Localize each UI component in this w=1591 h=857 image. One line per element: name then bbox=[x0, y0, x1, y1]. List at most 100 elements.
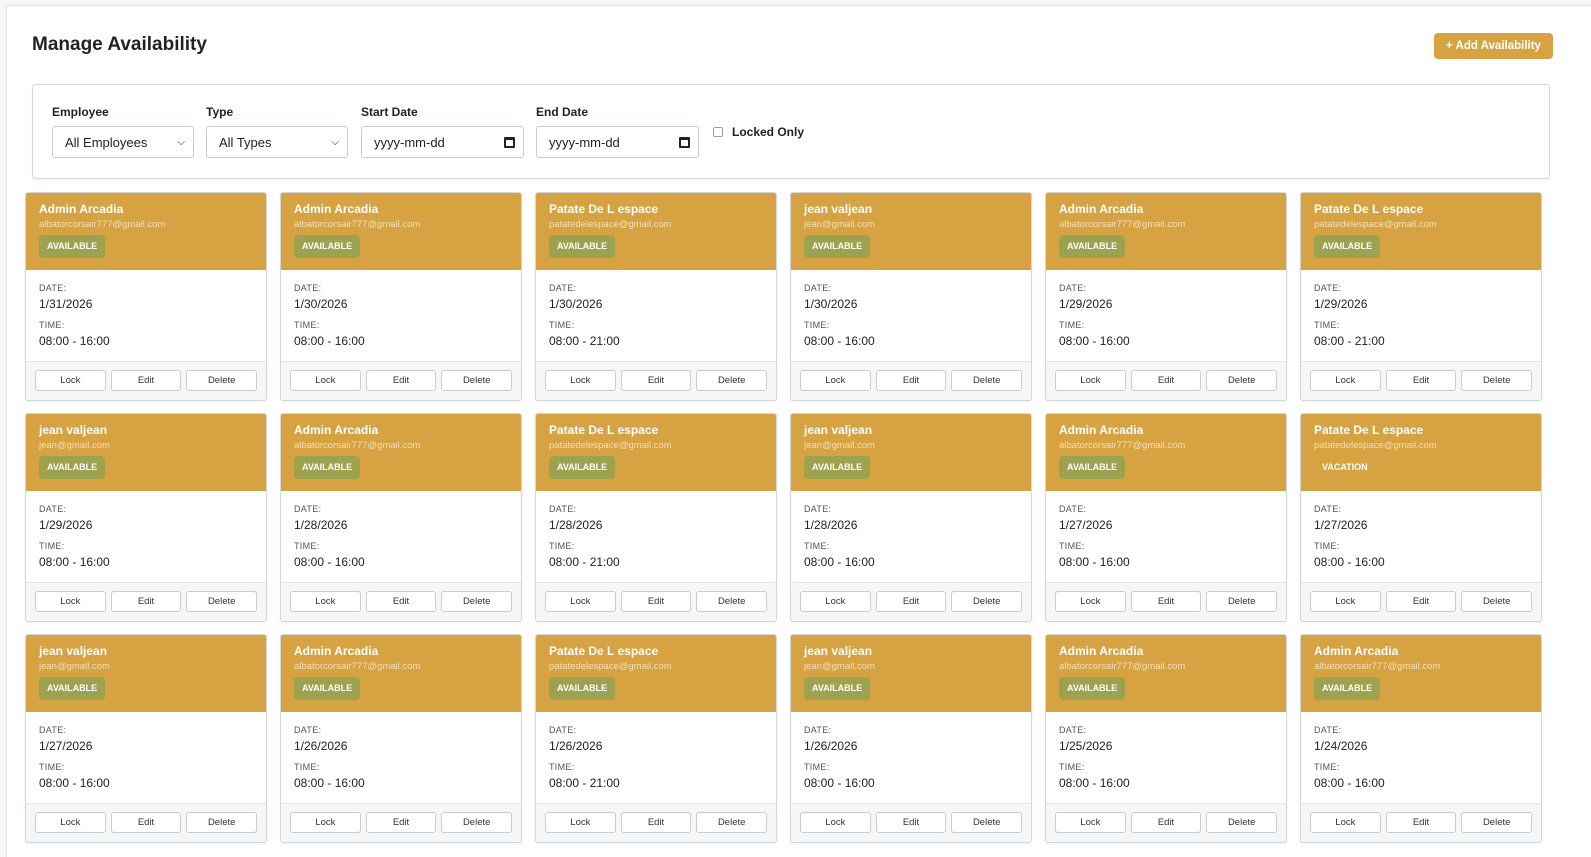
date-value: 1/28/2026 bbox=[294, 518, 348, 532]
delete-button[interactable]: Delete bbox=[186, 591, 258, 612]
edit-button[interactable]: Edit bbox=[875, 812, 947, 833]
employee-email: jean@gmail.com bbox=[804, 219, 875, 230]
locked-only-filter: Locked Only bbox=[713, 125, 804, 139]
lock-button[interactable]: Lock bbox=[1310, 812, 1381, 833]
edit-button[interactable]: Edit bbox=[1130, 591, 1202, 612]
employee-email: albatorcorsair777@gmail.com bbox=[1314, 661, 1441, 672]
lock-button[interactable]: Lock bbox=[545, 370, 616, 391]
edit-button[interactable]: Edit bbox=[110, 812, 182, 833]
edit-button[interactable]: Edit bbox=[875, 591, 947, 612]
card-header: Admin Arcadia albatorcorsair777@gmail.co… bbox=[1046, 193, 1286, 270]
card-body: DATE: 1/30/2026 TIME: 08:00 - 16:00 bbox=[281, 270, 521, 363]
employee-name: jean valjean bbox=[804, 644, 873, 658]
edit-button[interactable]: Edit bbox=[365, 591, 437, 612]
status-badge: AVAILABLE bbox=[804, 677, 871, 700]
lock-button[interactable]: Lock bbox=[545, 591, 616, 612]
lock-button[interactable]: Lock bbox=[1055, 370, 1126, 391]
delete-button[interactable]: Delete bbox=[696, 812, 768, 833]
lock-button[interactable]: Lock bbox=[35, 591, 106, 612]
time-label: TIME: bbox=[1059, 541, 1085, 551]
delete-button[interactable]: Delete bbox=[441, 812, 513, 833]
date-label: DATE: bbox=[294, 725, 322, 735]
chevron-down-icon: ⌵ bbox=[331, 136, 339, 148]
delete-button[interactable]: Delete bbox=[1461, 370, 1533, 391]
edit-button[interactable]: Edit bbox=[1385, 370, 1457, 391]
employee-name: Admin Arcadia bbox=[39, 202, 124, 216]
lock-button[interactable]: Lock bbox=[35, 812, 106, 833]
delete-button[interactable]: Delete bbox=[1206, 812, 1278, 833]
delete-button[interactable]: Delete bbox=[441, 370, 513, 391]
availability-card: Patate De L espace patatedelespace@gmail… bbox=[535, 634, 777, 843]
edit-button[interactable]: Edit bbox=[1385, 812, 1457, 833]
edit-button[interactable]: Edit bbox=[365, 812, 437, 833]
employee-select[interactable]: All Employees ⌵ bbox=[52, 126, 194, 158]
delete-button[interactable]: Delete bbox=[186, 812, 258, 833]
lock-button[interactable]: Lock bbox=[1310, 370, 1381, 391]
lock-button[interactable]: Lock bbox=[800, 812, 871, 833]
edit-button[interactable]: Edit bbox=[620, 591, 692, 612]
edit-button[interactable]: Edit bbox=[1130, 812, 1202, 833]
edit-button[interactable]: Edit bbox=[110, 591, 182, 612]
delete-button[interactable]: Delete bbox=[186, 370, 258, 391]
date-value: 1/29/2026 bbox=[39, 518, 93, 532]
employee-email: albatorcorsair777@gmail.com bbox=[1059, 219, 1186, 230]
lock-button[interactable]: Lock bbox=[1055, 591, 1126, 612]
availability-card: jean valjean jean@gmail.com AVAILABLE DA… bbox=[790, 413, 1032, 622]
edit-button[interactable]: Edit bbox=[365, 370, 437, 391]
edit-button[interactable]: Edit bbox=[875, 370, 947, 391]
edit-button[interactable]: Edit bbox=[620, 812, 692, 833]
filter-bar: Employee All Employees ⌵ Type All Types … bbox=[32, 84, 1550, 179]
lock-button[interactable]: Lock bbox=[290, 370, 361, 391]
lock-button[interactable]: Lock bbox=[1310, 591, 1381, 612]
employee-name: Admin Arcadia bbox=[1059, 423, 1144, 437]
date-value: 1/26/2026 bbox=[294, 739, 348, 753]
card-header: Admin Arcadia albatorcorsair777@gmail.co… bbox=[1301, 635, 1541, 712]
delete-button[interactable]: Delete bbox=[951, 370, 1023, 391]
add-availability-button[interactable]: + Add Availability bbox=[1434, 33, 1553, 59]
availability-card: jean valjean jean@gmail.com AVAILABLE DA… bbox=[790, 192, 1032, 401]
delete-button[interactable]: Delete bbox=[696, 370, 768, 391]
time-value: 08:00 - 16:00 bbox=[294, 776, 365, 790]
date-label: DATE: bbox=[549, 283, 577, 293]
employee-select-value: All Employees bbox=[65, 134, 148, 150]
employee-name: Admin Arcadia bbox=[1059, 202, 1144, 216]
calendar-icon[interactable] bbox=[679, 136, 690, 148]
lock-button[interactable]: Lock bbox=[290, 812, 361, 833]
start-date-input[interactable]: yyyy-mm-dd bbox=[361, 126, 524, 158]
delete-button[interactable]: Delete bbox=[1206, 591, 1278, 612]
time-value: 08:00 - 21:00 bbox=[1314, 334, 1385, 348]
end-date-filter: End Date yyyy-mm-dd bbox=[536, 105, 699, 158]
delete-button[interactable]: Delete bbox=[1206, 370, 1278, 391]
date-label: DATE: bbox=[1314, 725, 1342, 735]
delete-button[interactable]: Delete bbox=[1461, 591, 1533, 612]
edit-button[interactable]: Edit bbox=[110, 370, 182, 391]
lock-button[interactable]: Lock bbox=[35, 370, 106, 391]
type-select[interactable]: All Types ⌵ bbox=[206, 126, 348, 158]
card-body: DATE: 1/29/2026 TIME: 08:00 - 21:00 bbox=[1301, 270, 1541, 363]
delete-button[interactable]: Delete bbox=[951, 812, 1023, 833]
card-actions: Lock Edit Delete bbox=[1046, 582, 1286, 621]
delete-button[interactable]: Delete bbox=[696, 591, 768, 612]
card-body: DATE: 1/27/2026 TIME: 08:00 - 16:00 bbox=[1046, 491, 1286, 584]
employee-email: patatedelespace@gmail.com bbox=[549, 219, 672, 230]
card-body: DATE: 1/28/2026 TIME: 08:00 - 21:00 bbox=[536, 491, 776, 584]
status-badge: VACATION bbox=[1322, 462, 1368, 472]
time-label: TIME: bbox=[1059, 320, 1085, 330]
edit-button[interactable]: Edit bbox=[620, 370, 692, 391]
calendar-icon[interactable] bbox=[504, 136, 515, 148]
lock-button[interactable]: Lock bbox=[545, 812, 616, 833]
delete-button[interactable]: Delete bbox=[441, 591, 513, 612]
delete-button[interactable]: Delete bbox=[951, 591, 1023, 612]
card-body: DATE: 1/30/2026 TIME: 08:00 - 21:00 bbox=[536, 270, 776, 363]
locked-only-checkbox[interactable] bbox=[713, 127, 723, 137]
time-value: 08:00 - 21:00 bbox=[549, 334, 620, 348]
delete-button[interactable]: Delete bbox=[1461, 812, 1533, 833]
lock-button[interactable]: Lock bbox=[800, 370, 871, 391]
lock-button[interactable]: Lock bbox=[800, 591, 871, 612]
end-date-input[interactable]: yyyy-mm-dd bbox=[536, 126, 699, 158]
date-value: 1/29/2026 bbox=[1314, 297, 1368, 311]
lock-button[interactable]: Lock bbox=[290, 591, 361, 612]
edit-button[interactable]: Edit bbox=[1385, 591, 1457, 612]
lock-button[interactable]: Lock bbox=[1055, 812, 1126, 833]
edit-button[interactable]: Edit bbox=[1130, 370, 1202, 391]
